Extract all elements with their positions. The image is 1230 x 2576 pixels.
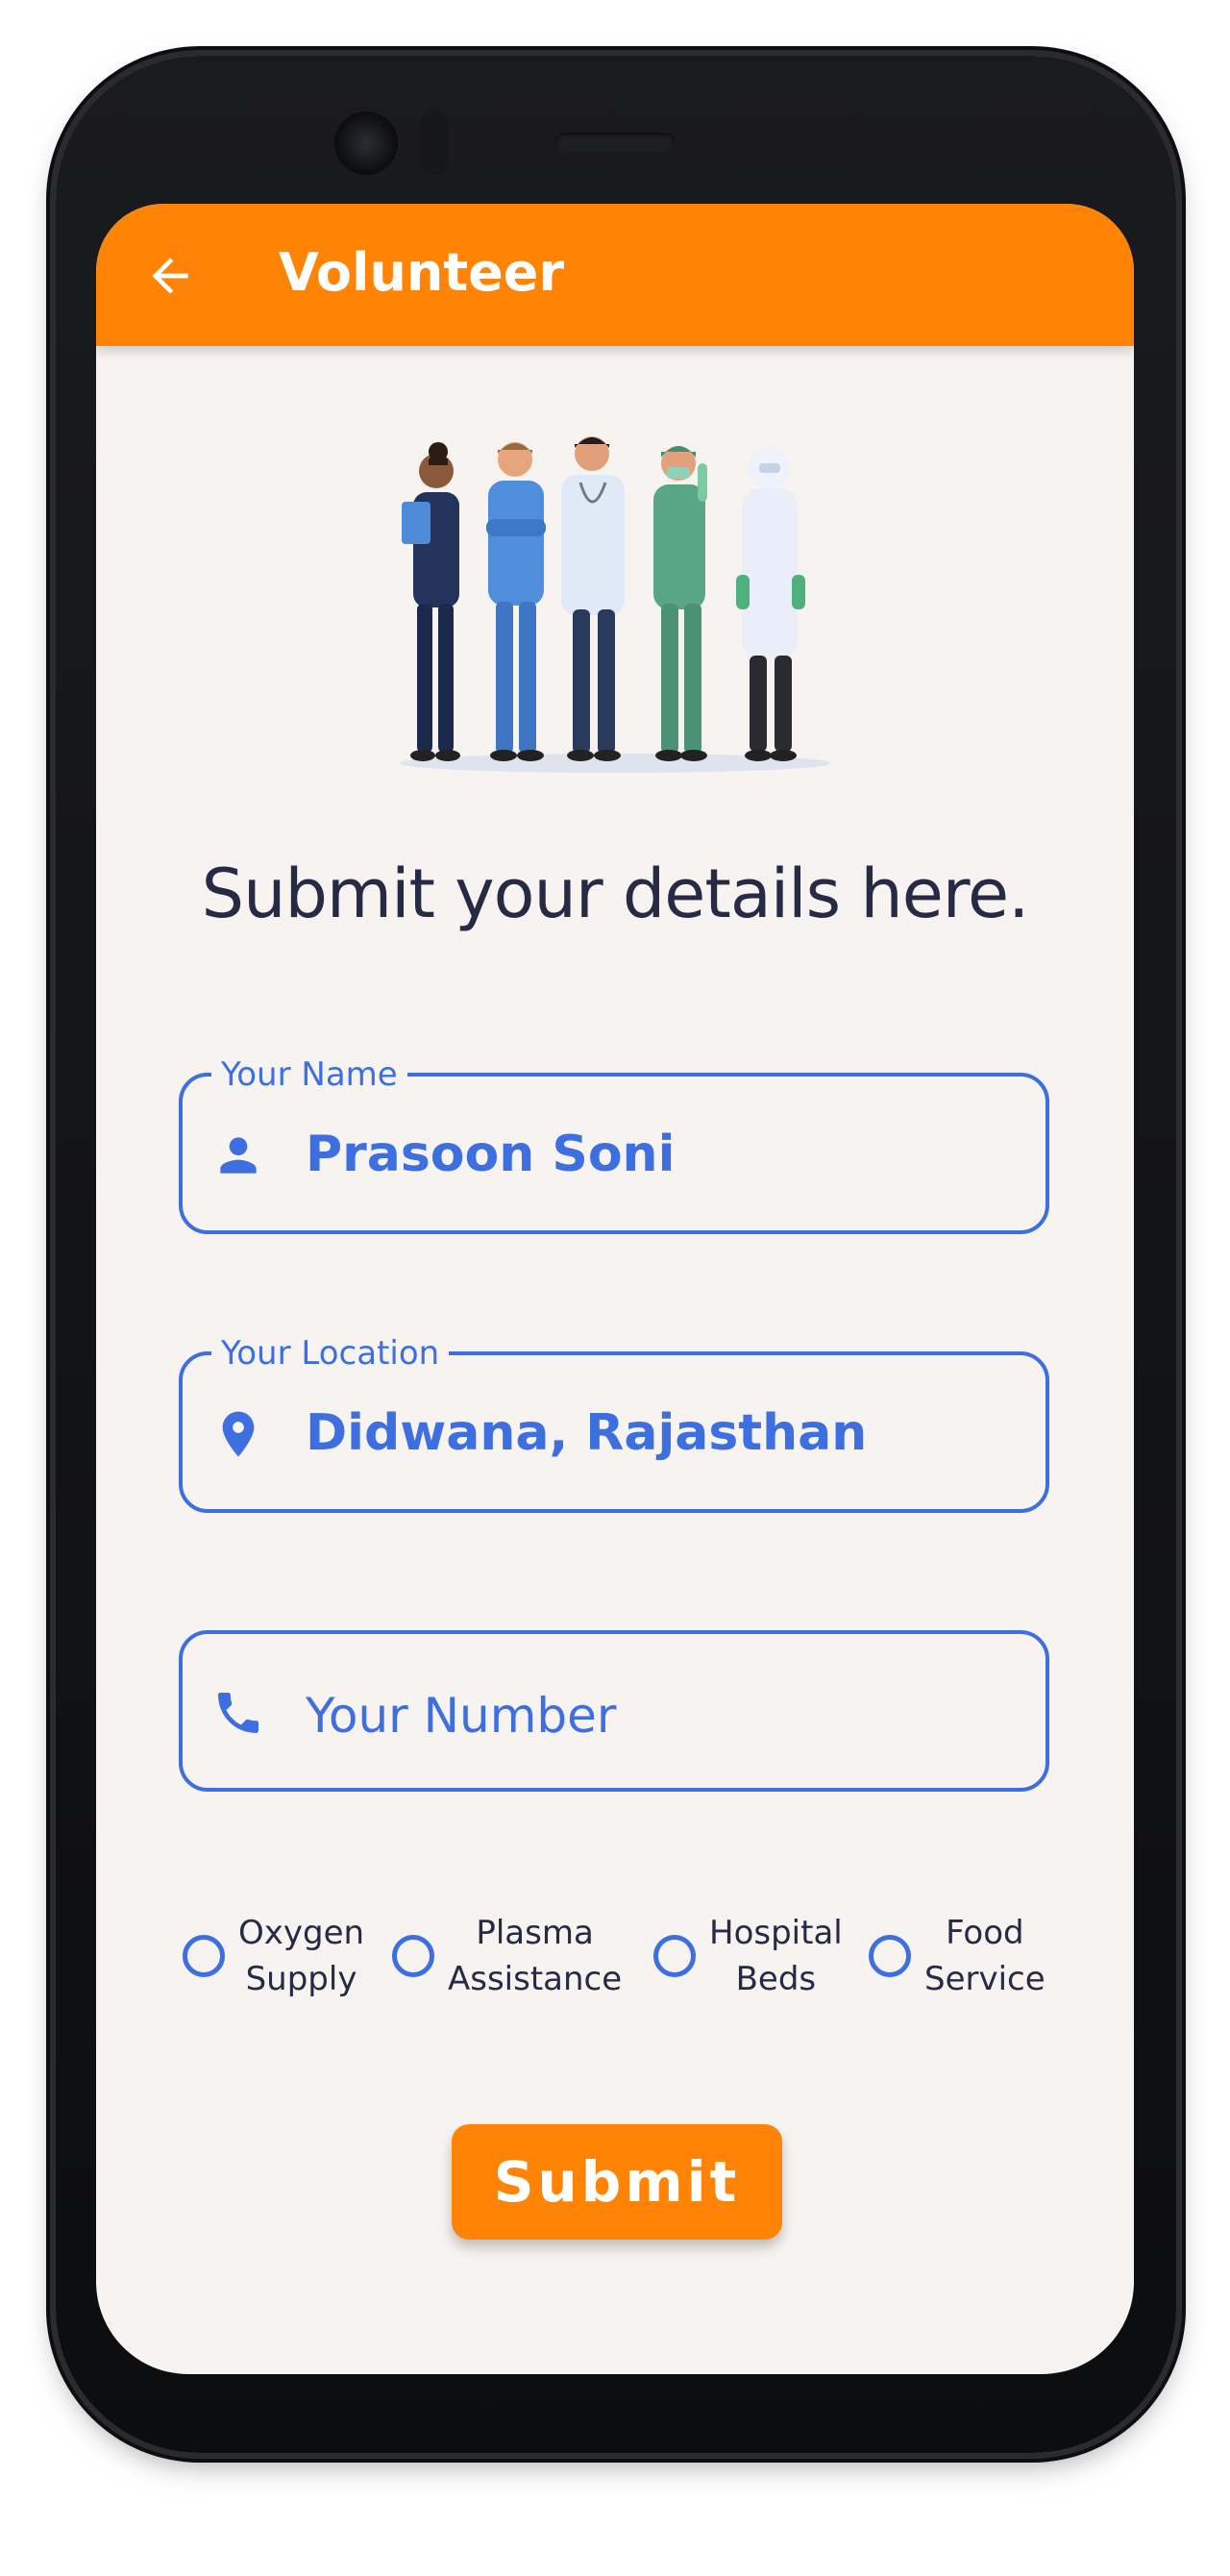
page-heading: Submit your details here.: [201, 855, 1030, 933]
submit-button[interactable]: Submit: [452, 2124, 782, 2240]
radio-label-line: Beds: [735, 1960, 817, 1998]
app-screen: Volunteer Submit your details here. Your…: [96, 204, 1134, 2374]
sensor-icon: [419, 111, 448, 175]
figure-nurse-navy: [402, 442, 460, 761]
location-field[interactable]: Your Location Didwana, Rajasthan: [179, 1332, 1049, 1513]
radio-circle-icon[interactable]: [392, 1935, 434, 1977]
radio-label-line: Assistance: [448, 1960, 623, 1998]
radio-circle-icon[interactable]: [869, 1935, 911, 1977]
radio-label-line: Service: [924, 1960, 1046, 1998]
radio-oxygen-supply[interactable]: Oxygen Supply: [183, 1903, 364, 2009]
name-field-value: Prasoon Soni: [306, 1126, 676, 1183]
location-field-value: Didwana, Rajasthan: [306, 1404, 868, 1462]
radio-circle-icon[interactable]: [653, 1935, 696, 1977]
app-bar-title: Volunteer: [279, 242, 565, 303]
page: Volunteer Submit your details here. Your…: [0, 0, 1230, 2576]
name-field-label: Your Name: [211, 1053, 407, 1096]
figure-doctor: [561, 436, 625, 761]
arrow-left-icon: [152, 258, 188, 294]
speaker-grille: [555, 133, 675, 152]
radio-label-line: Plasma: [476, 1914, 594, 1952]
radio-label: Oxygen Supply: [238, 1910, 364, 2002]
number-field-placeholder: Your Number: [306, 1688, 617, 1744]
name-field[interactable]: Your Name Prasoon Soni: [179, 1053, 1049, 1234]
app-bar: Volunteer: [96, 204, 1134, 346]
radio-label: Hospital Beds: [709, 1910, 843, 2002]
figure-surgeon-green: [653, 446, 707, 761]
radio-plasma-assistance[interactable]: Plasma Assistance: [392, 1903, 622, 2009]
location-pin-icon: [222, 1411, 255, 1457]
radio-label-line: Oxygen: [238, 1914, 365, 1952]
person-icon: [220, 1137, 257, 1174]
radio-hospital-beds[interactable]: Hospital Beds: [653, 1903, 843, 2009]
radio-label-line: Hospital: [709, 1914, 843, 1952]
radio-label-line: Food: [946, 1914, 1024, 1952]
back-button[interactable]: [136, 242, 204, 310]
assistance-type-radio-group: Oxygen Supply Plasma Assistance Hospital…: [183, 1903, 1086, 2009]
location-field-label: Your Location: [211, 1332, 450, 1375]
radio-circle-icon[interactable]: [183, 1935, 225, 1977]
radio-label-line: Supply: [245, 1960, 357, 1998]
number-field[interactable]: Your Number: [179, 1630, 1049, 1792]
radio-food-service[interactable]: Food Service: [869, 1903, 1046, 2009]
figure-nurse-blue: [486, 442, 546, 761]
phone-icon: [218, 1693, 258, 1733]
figure-hazmat-suit: [736, 446, 805, 761]
radio-label: Food Service: [924, 1910, 1046, 2002]
radio-label: Plasma Assistance: [448, 1910, 622, 2002]
healthcare-workers-illustration: [399, 436, 831, 773]
camera-icon: [334, 111, 398, 175]
